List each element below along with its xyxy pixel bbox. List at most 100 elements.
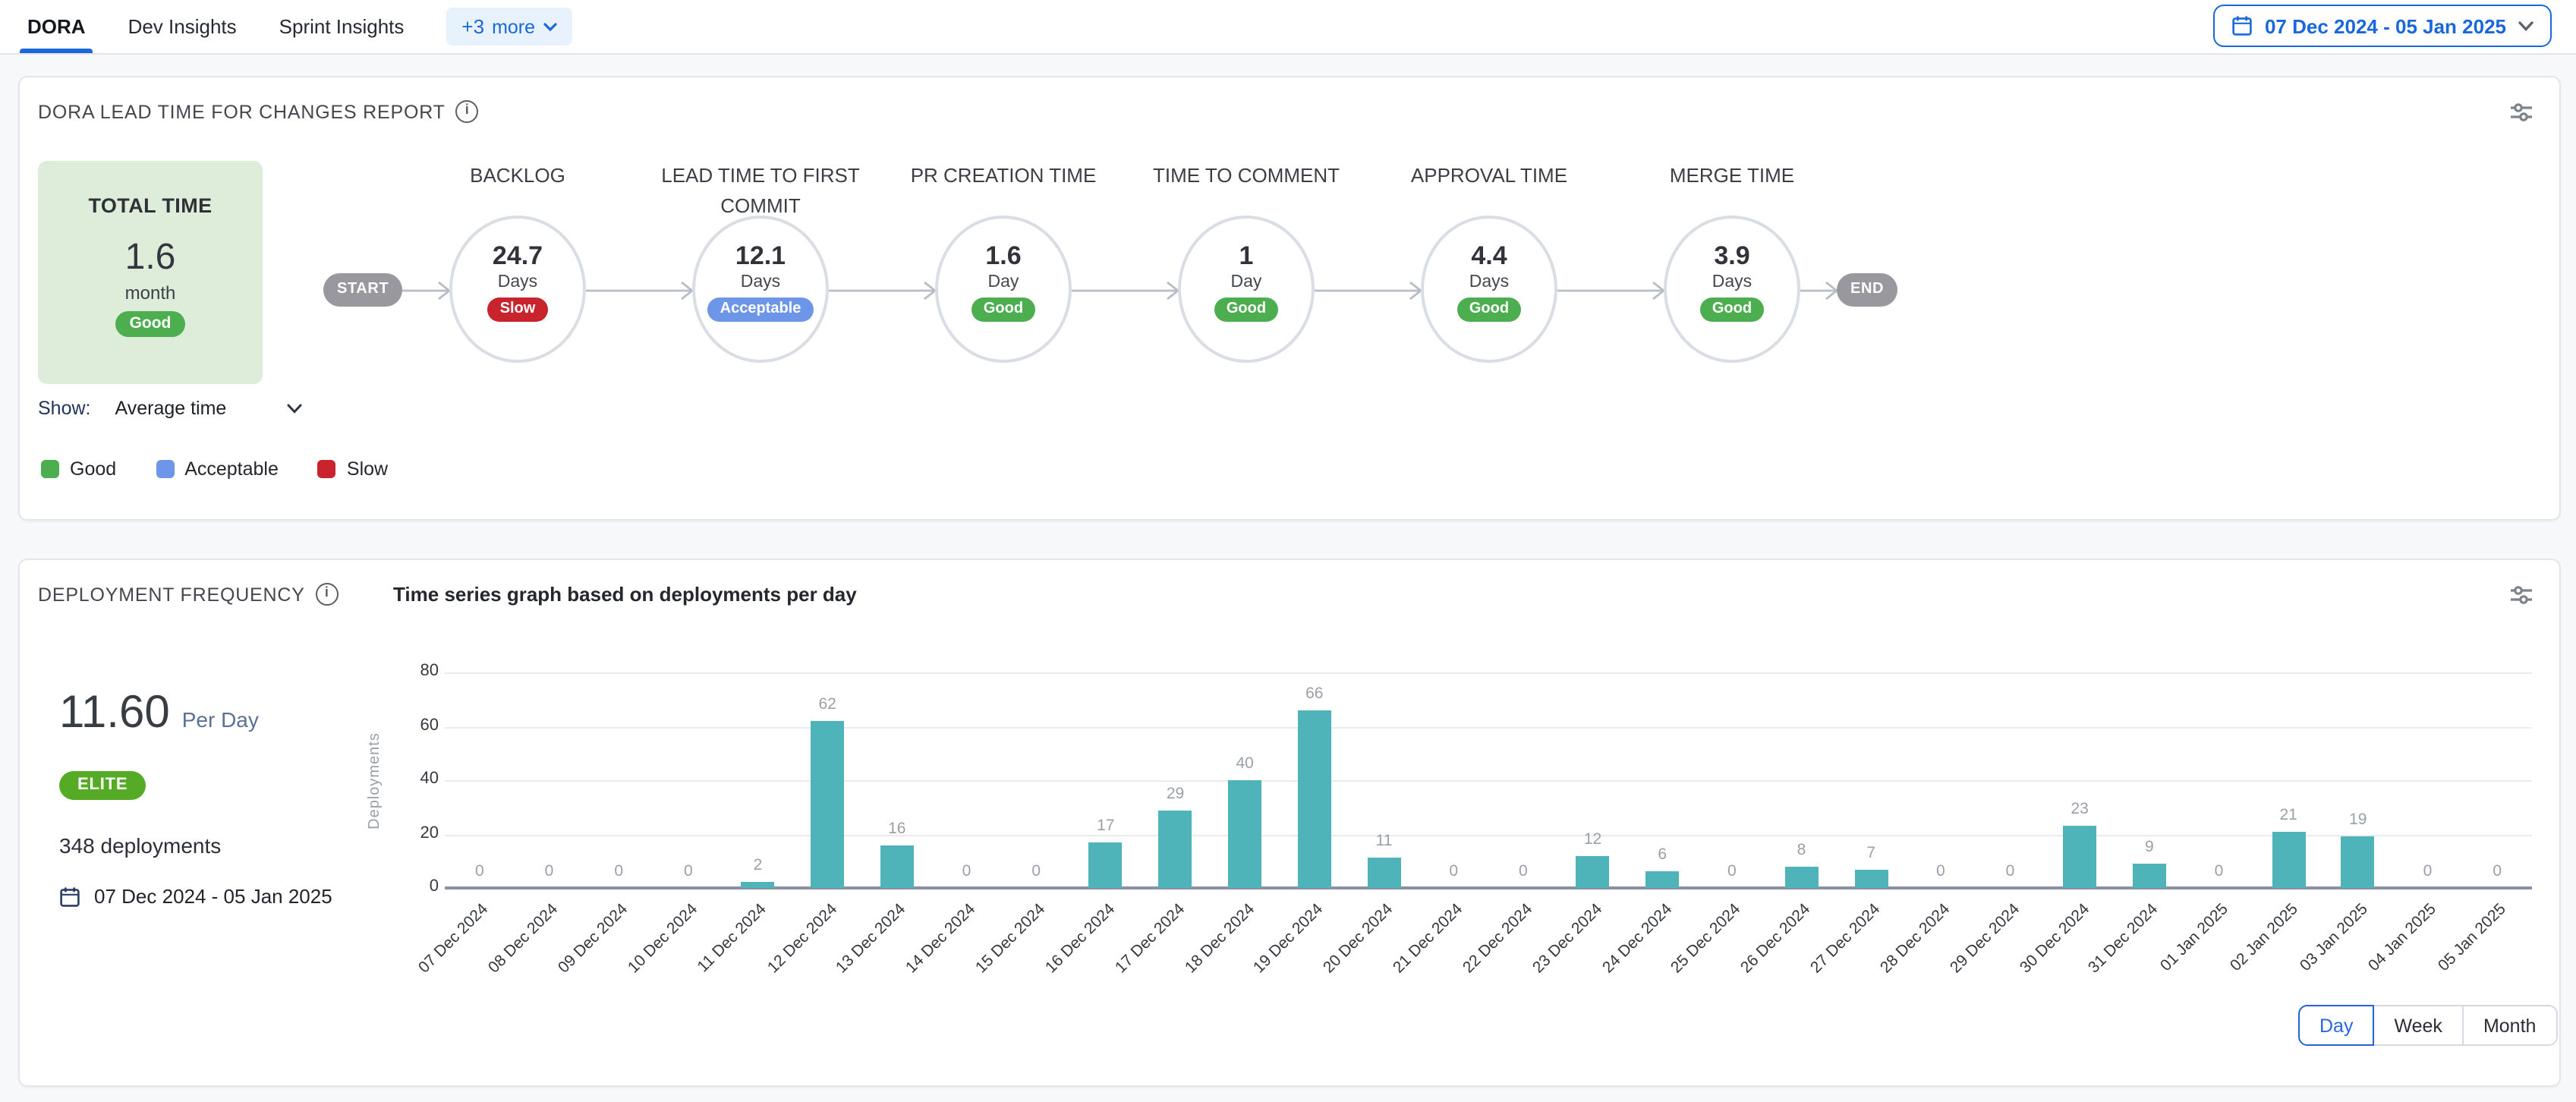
stage-value: 3.9 bbox=[1667, 241, 1797, 272]
bar-value-label: 23 bbox=[2049, 800, 2110, 818]
stage-value: 1 bbox=[1181, 241, 1312, 272]
more-tabs-button[interactable]: +3 more bbox=[446, 8, 572, 46]
bar-24-dec-2024[interactable] bbox=[1645, 872, 1679, 888]
show-row: Show: Average time bbox=[38, 398, 302, 419]
top-nav-bar: DORADev InsightsSprint Insights +3 more … bbox=[0, 0, 2576, 55]
bar-30-dec-2024[interactable] bbox=[2063, 826, 2096, 888]
bar-20-dec-2024[interactable] bbox=[1368, 858, 1401, 888]
tab-dora[interactable]: DORA bbox=[27, 0, 86, 53]
stage-value: 24.7 bbox=[452, 241, 583, 272]
bar-value-label: 9 bbox=[2119, 838, 2180, 856]
bar-value-label: 0 bbox=[1702, 862, 1762, 880]
stage-unit: Day bbox=[938, 273, 1069, 291]
legend-acceptable: Acceptable bbox=[156, 458, 279, 480]
bar-16-dec-2024[interactable] bbox=[1089, 842, 1123, 888]
bar-11-dec-2024[interactable] bbox=[742, 883, 775, 888]
bar-value-label: 2 bbox=[728, 857, 789, 875]
x-tick-label: 16 Dec 2024 bbox=[1042, 900, 1119, 977]
bar-value-label: 12 bbox=[1563, 830, 1623, 848]
bar-value-label: 21 bbox=[2258, 805, 2319, 823]
granularity-day[interactable]: Day bbox=[2298, 1005, 2374, 1046]
stage-unit: Day bbox=[1181, 273, 1312, 291]
bar-18-dec-2024[interactable] bbox=[1228, 780, 1261, 888]
bar-value-label: 0 bbox=[658, 862, 719, 880]
chevron-down-icon bbox=[543, 22, 556, 31]
status-badge: Good bbox=[1214, 298, 1278, 322]
start-node: START bbox=[323, 273, 402, 307]
legend-swatch-good bbox=[41, 460, 59, 478]
show-metric-select[interactable]: Average time bbox=[115, 398, 303, 419]
bar-27-dec-2024[interactable] bbox=[1854, 869, 1888, 888]
bar-value-label: 0 bbox=[1980, 862, 2041, 880]
bar-26-dec-2024[interactable] bbox=[1785, 867, 1819, 888]
bar-03-jan-2025[interactable] bbox=[2341, 837, 2375, 888]
legend-good: Good bbox=[41, 458, 116, 480]
deployment-frequency-card: DEPLOYMENT FREQUENCY i Time series graph… bbox=[18, 559, 2561, 1087]
bar-12-dec-2024[interactable] bbox=[811, 721, 844, 888]
bar-17-dec-2024[interactable] bbox=[1159, 810, 1192, 888]
bar-value-label: 16 bbox=[867, 819, 927, 837]
granularity-week[interactable]: Week bbox=[2373, 1005, 2463, 1046]
legend-swatch-slow bbox=[318, 460, 336, 478]
bar-value-label: 0 bbox=[1423, 862, 1484, 880]
bar-13-dec-2024[interactable] bbox=[880, 845, 914, 888]
stage-name-merge-time: MERGE TIME bbox=[1611, 161, 1853, 190]
date-range-picker[interactable]: 07 Dec 2024 - 05 Jan 2025 bbox=[2213, 5, 2552, 47]
bar-value-label: 11 bbox=[1354, 833, 1415, 851]
legend-label: Slow bbox=[347, 458, 388, 480]
show-metric-value: Average time bbox=[115, 398, 227, 419]
bar-value-label: 0 bbox=[937, 862, 997, 880]
x-tick-label: 26 Dec 2024 bbox=[1737, 900, 1814, 977]
legend-swatch-acceptable bbox=[156, 460, 174, 478]
calendar-icon bbox=[2231, 15, 2253, 36]
end-node: END bbox=[1837, 273, 1897, 307]
x-tick-label: 18 Dec 2024 bbox=[1181, 900, 1258, 977]
bar-19-dec-2024[interactable] bbox=[1298, 710, 1331, 888]
bar-23-dec-2024[interactable] bbox=[1576, 855, 1610, 888]
x-tick-label: 15 Dec 2024 bbox=[972, 900, 1049, 977]
status-badge: Good bbox=[1457, 298, 1521, 322]
bar-value-label: 0 bbox=[449, 862, 510, 880]
x-tick-label: 25 Dec 2024 bbox=[1668, 900, 1745, 977]
stage-lead-time-to-first-commit: 12.1DaysAcceptable bbox=[692, 216, 829, 363]
bar-value-label: 0 bbox=[2398, 862, 2458, 880]
stage-merge-time: 3.9DaysGood bbox=[1664, 216, 1800, 363]
bar-value-label: 0 bbox=[588, 862, 649, 880]
stage-name-approval-time: APPROVAL TIME bbox=[1368, 161, 1611, 190]
x-tick-label: 24 Dec 2024 bbox=[1598, 900, 1675, 977]
stage-pr-creation-time: 1.6DayGood bbox=[935, 216, 1072, 363]
x-tick-label: 05 Jan 2025 bbox=[2435, 900, 2510, 975]
legend-label: Good bbox=[70, 458, 116, 480]
stage-value: 4.4 bbox=[1424, 241, 1554, 272]
lead-time-flow: STARTENDBACKLOG24.7DaysSlowLEAD TIME TO … bbox=[20, 77, 2559, 519]
status-badge: Good bbox=[972, 298, 1035, 322]
status-badge: Good bbox=[1700, 298, 1764, 322]
bar-value-label: 66 bbox=[1284, 685, 1345, 703]
bar-value-label: 0 bbox=[1493, 862, 1554, 880]
x-tick-label: 27 Dec 2024 bbox=[1807, 900, 1884, 977]
bar-31-dec-2024[interactable] bbox=[2133, 864, 2166, 888]
bar-02-jan-2025[interactable] bbox=[2272, 831, 2305, 888]
tab-sprint-insights[interactable]: Sprint Insights bbox=[279, 0, 405, 53]
stage-name-backlog: BACKLOG bbox=[396, 161, 639, 190]
more-label: more bbox=[492, 16, 535, 37]
bar-value-label: 0 bbox=[2189, 862, 2250, 880]
dora-dashboard: DORADev InsightsSprint Insights +3 more … bbox=[0, 0, 2576, 1102]
x-tick-label: 20 Dec 2024 bbox=[1320, 900, 1397, 977]
gridline bbox=[445, 672, 2532, 674]
x-tick-label: 17 Dec 2024 bbox=[1111, 900, 1188, 977]
tab-dev-insights[interactable]: Dev Insights bbox=[128, 0, 237, 53]
x-tick-label: 14 Dec 2024 bbox=[902, 900, 979, 977]
x-tick-label: 10 Dec 2024 bbox=[625, 900, 701, 977]
granularity-month[interactable]: Month bbox=[2462, 1005, 2558, 1046]
gridline bbox=[445, 834, 2532, 836]
stage-name-pr-creation-time: PR CREATION TIME bbox=[882, 161, 1125, 190]
bar-value-label: 0 bbox=[2467, 862, 2527, 880]
granularity-toggle: DayWeekMonth bbox=[2298, 1005, 2557, 1046]
chevron-down-icon bbox=[2518, 20, 2533, 31]
chevron-down-icon bbox=[287, 403, 302, 414]
x-tick-label: 01 Jan 2025 bbox=[2157, 900, 2232, 975]
bar-value-label: 6 bbox=[1632, 846, 1693, 864]
x-tick-label: 03 Jan 2025 bbox=[2296, 900, 2371, 975]
bar-value-label: 19 bbox=[2328, 811, 2389, 830]
